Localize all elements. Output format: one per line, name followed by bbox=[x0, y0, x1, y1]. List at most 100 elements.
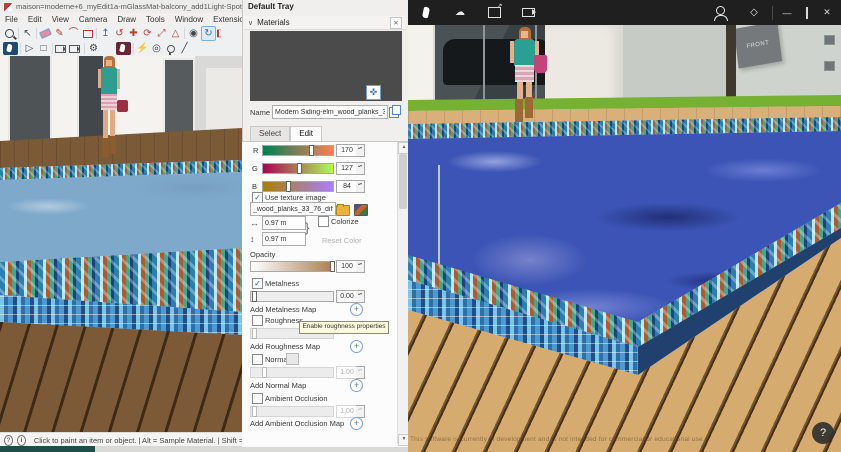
position-camera-icon[interactable]: ◉ bbox=[187, 27, 200, 40]
rectangle-icon[interactable] bbox=[81, 27, 94, 40]
texture-height-input[interactable] bbox=[262, 232, 306, 246]
eraser-icon[interactable] bbox=[39, 27, 52, 40]
metalness-checkbox[interactable]: ✓ bbox=[252, 278, 263, 289]
push-pull-icon[interactable]: ↥ bbox=[99, 27, 112, 40]
person-leg-left bbox=[103, 110, 108, 140]
material-name-input[interactable] bbox=[272, 105, 388, 119]
browse-texture-icon[interactable] bbox=[336, 205, 350, 216]
person-shorts bbox=[101, 94, 117, 110]
drag-to-model-button[interactable]: ✜ bbox=[366, 85, 381, 100]
add-roughness-map-button[interactable]: + bbox=[350, 340, 363, 353]
green-slider[interactable] bbox=[262, 163, 334, 174]
play-icon[interactable]: ▷ bbox=[23, 42, 36, 55]
geolocation-icon[interactable]: ? bbox=[4, 435, 13, 446]
toolbar-row-2: ▷ □ ⚙ ⚡ ◎ ╱ bbox=[0, 41, 245, 57]
height-arrow-icon: ↕ bbox=[250, 234, 255, 244]
ambient-occlusion-value: 1.00 bbox=[336, 405, 358, 418]
person-boot-right bbox=[110, 136, 116, 154]
tray-scrollbar[interactable]: ▲ ▼ bbox=[397, 142, 408, 444]
sphere-light-icon[interactable]: ◎ bbox=[150, 42, 163, 55]
feedback-icon[interactable]: ◇ bbox=[746, 5, 762, 21]
normal-map-thumbnail-icon[interactable] bbox=[286, 353, 299, 365]
ambient-occlusion-label: Ambient Occlusion bbox=[265, 394, 328, 403]
move-icon[interactable]: ✚ bbox=[127, 27, 140, 40]
close-window-icon[interactable]: ✕ bbox=[817, 7, 837, 18]
stop-icon[interactable]: □ bbox=[37, 42, 50, 55]
aspect-link-icon[interactable]: } bbox=[305, 220, 309, 235]
maximize-icon[interactable] bbox=[797, 8, 817, 18]
menu-camera[interactable]: Camera bbox=[74, 15, 112, 24]
export-icon[interactable] bbox=[486, 5, 502, 21]
texture-width-input[interactable] bbox=[262, 216, 306, 230]
ambient-occlusion-checkbox[interactable] bbox=[252, 393, 263, 404]
metalness-value[interactable]: 0.00 bbox=[336, 290, 358, 303]
account-icon[interactable] bbox=[712, 5, 728, 21]
menu-window[interactable]: Window bbox=[170, 15, 208, 24]
scrollbar-thumb[interactable] bbox=[399, 154, 407, 209]
video-camera-icon[interactable] bbox=[69, 42, 82, 55]
panorama-icon[interactable]: ☁ bbox=[452, 5, 468, 21]
add-roughness-map-label: Add Roughness Map bbox=[250, 342, 320, 351]
add-metalness-map-label: Add Metalness Map bbox=[250, 305, 316, 314]
select-icon[interactable]: ↖ bbox=[21, 27, 34, 40]
paint-bucket-partial-icon[interactable]: ◧ bbox=[217, 27, 221, 40]
edit-texture-image-icon[interactable] bbox=[354, 204, 368, 216]
scale-icon[interactable]: ⤢ bbox=[155, 27, 168, 40]
rotate-icon[interactable]: ⟳ bbox=[141, 27, 154, 40]
spot-light-icon[interactable] bbox=[164, 42, 177, 55]
materials-tabs: Select Edit bbox=[250, 126, 322, 141]
metalness-slider[interactable] bbox=[250, 291, 334, 302]
green-spinner[interactable]: ▴▾ bbox=[356, 162, 365, 175]
person-handbag bbox=[117, 100, 128, 112]
person-boot-left bbox=[102, 138, 109, 157]
menu-view[interactable]: View bbox=[47, 15, 74, 24]
menu-file[interactable]: File bbox=[0, 15, 23, 24]
opacity-spinner[interactable]: ▴▾ bbox=[356, 260, 365, 273]
green-value[interactable]: 127 bbox=[336, 162, 358, 175]
chevron-down-icon[interactable]: ∨ bbox=[248, 19, 253, 27]
orbit-icon[interactable]: ↻ bbox=[201, 26, 216, 41]
duplicate-material-icon[interactable] bbox=[389, 107, 399, 118]
red-spinner[interactable]: ▴▾ bbox=[356, 144, 365, 157]
roughness-checkbox[interactable] bbox=[252, 315, 263, 326]
settings-gear-icon[interactable]: ⚙ bbox=[87, 42, 100, 55]
metalness-spinner[interactable]: ▴▾ bbox=[356, 290, 365, 303]
close-icon[interactable]: ✕ bbox=[390, 17, 402, 29]
help-button[interactable]: ? bbox=[812, 422, 834, 444]
normal-checkbox[interactable] bbox=[252, 354, 263, 365]
minimize-icon[interactable]: — bbox=[777, 8, 797, 18]
line-light-icon[interactable]: ╱ bbox=[178, 42, 191, 55]
red-slider[interactable] bbox=[262, 145, 334, 156]
add-metalness-map-button[interactable]: + bbox=[350, 303, 363, 316]
menu-tools[interactable]: Tools bbox=[141, 15, 170, 24]
enscape-render-view[interactable]: FRONT bbox=[408, 25, 841, 452]
materials-section-header[interactable]: ∨ Materials ✕ bbox=[244, 16, 406, 30]
texture-file-input[interactable] bbox=[250, 202, 336, 216]
add-normal-map-button[interactable]: + bbox=[350, 379, 363, 392]
red-value[interactable]: 170 bbox=[336, 144, 358, 157]
menu-draw[interactable]: Draw bbox=[112, 15, 141, 24]
video-export-icon[interactable] bbox=[520, 5, 536, 21]
opacity-slider[interactable] bbox=[250, 261, 334, 272]
linear-light-icon[interactable]: ⚡ bbox=[136, 42, 149, 55]
enscape-objects-icon[interactable] bbox=[116, 42, 131, 55]
opacity-value[interactable]: 100 bbox=[336, 260, 358, 273]
credits-icon[interactable]: i bbox=[17, 435, 26, 446]
add-ao-map-button[interactable]: + bbox=[350, 417, 363, 430]
blue-value[interactable]: 84 bbox=[336, 180, 358, 193]
sketchup-viewport[interactable] bbox=[0, 56, 242, 432]
render-person-boot-right bbox=[525, 97, 533, 118]
camera-sync-icon[interactable] bbox=[55, 42, 68, 55]
reset-color-button[interactable]: Reset Color bbox=[322, 236, 362, 245]
pencil-icon[interactable]: ✎ bbox=[53, 27, 66, 40]
enscape-start-icon[interactable] bbox=[3, 42, 18, 55]
render-person-arm-left bbox=[510, 41, 514, 63]
zoom-window-icon[interactable] bbox=[3, 27, 16, 40]
arc-icon[interactable]: ⌒ bbox=[67, 27, 80, 40]
blue-slider[interactable] bbox=[262, 181, 334, 192]
blue-spinner[interactable]: ▴▾ bbox=[356, 180, 365, 193]
section-plane-icon[interactable]: △ bbox=[169, 27, 182, 40]
menu-edit[interactable]: Edit bbox=[23, 15, 47, 24]
colorize-checkbox[interactable] bbox=[318, 216, 329, 227]
follow-me-icon[interactable]: ↺ bbox=[113, 27, 126, 40]
